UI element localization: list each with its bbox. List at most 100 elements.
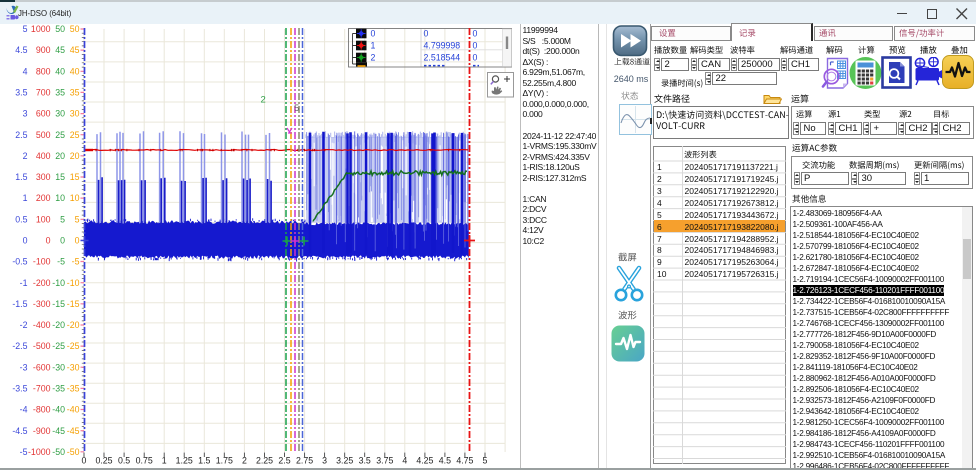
svg-text:20: 20 [70, 151, 80, 161]
svg-text:0: 0 [82, 456, 87, 466]
svg-text:2: 2 [23, 151, 28, 161]
svg-text:5: 5 [294, 103, 299, 114]
svg-text:3.5: 3.5 [15, 88, 27, 98]
svg-text:-2.5: -2.5 [12, 341, 27, 351]
svg-text:-900: -900 [33, 426, 51, 436]
svg-text:0: 0 [75, 236, 80, 246]
svg-text:15: 15 [70, 172, 80, 182]
svg-text:-20: -20 [52, 320, 65, 330]
svg-text:2.518544: 2.518544 [424, 53, 461, 63]
svg-text:-35: -35 [67, 384, 80, 394]
svg-text:-50: -50 [52, 447, 65, 457]
svg-text:-4.5: -4.5 [12, 426, 27, 436]
svg-text:-300: -300 [33, 299, 51, 309]
svg-text:1: 1 [162, 456, 167, 466]
svg-text:4.25: 4.25 [416, 456, 433, 466]
svg-text:-45: -45 [67, 426, 80, 436]
svg-text:0: 0 [473, 53, 478, 63]
svg-text:-200: -200 [33, 278, 51, 288]
svg-text:-35: -35 [52, 384, 65, 394]
svg-text:35: 35 [55, 88, 65, 98]
svg-text:25: 25 [70, 130, 80, 140]
svg-text:4: 4 [23, 66, 28, 76]
svg-text:1.5: 1.5 [198, 456, 210, 466]
svg-text:-10: -10 [67, 278, 80, 288]
svg-text:-2: -2 [20, 320, 28, 330]
svg-text:0.5: 0.5 [118, 456, 130, 466]
svg-text:3.75: 3.75 [376, 456, 393, 466]
svg-text:-4: -4 [20, 405, 28, 415]
svg-text:15: 15 [55, 172, 65, 182]
svg-text:-15: -15 [52, 299, 65, 309]
svg-text:1.25: 1.25 [176, 456, 193, 466]
svg-text:25: 25 [55, 130, 65, 140]
svg-text:2.5: 2.5 [278, 456, 290, 466]
svg-text:3: 3 [322, 456, 327, 466]
svg-text:40: 40 [55, 66, 65, 76]
svg-text:2: 2 [371, 53, 376, 63]
svg-text:-25: -25 [52, 341, 65, 351]
svg-text:1: 1 [23, 193, 28, 203]
svg-text:5: 5 [60, 214, 65, 224]
svg-text:-1: -1 [20, 278, 28, 288]
svg-text:-10: -10 [52, 278, 65, 288]
svg-text:1: 1 [371, 41, 376, 51]
svg-text:10: 10 [70, 193, 80, 203]
svg-text:-20: -20 [67, 320, 80, 330]
svg-text:-30: -30 [52, 362, 65, 372]
svg-text:2.5: 2.5 [15, 130, 27, 140]
svg-text:30: 30 [55, 109, 65, 119]
svg-text:3.5: 3.5 [359, 456, 371, 466]
svg-text:30: 30 [70, 109, 80, 119]
svg-text:400: 400 [36, 151, 51, 161]
svg-text:-25: -25 [67, 341, 80, 351]
svg-text:40: 40 [70, 66, 80, 76]
svg-text:-100: -100 [33, 257, 51, 267]
svg-text:-40: -40 [52, 405, 65, 415]
svg-text:-5: -5 [57, 257, 65, 267]
svg-text:200: 200 [36, 193, 51, 203]
svg-text:3.25: 3.25 [336, 456, 353, 466]
svg-text:0: 0 [473, 41, 478, 51]
svg-text:-3: -3 [20, 362, 28, 372]
svg-text:1.75: 1.75 [216, 456, 233, 466]
svg-text:-1000: -1000 [28, 447, 51, 457]
svg-text:500: 500 [36, 130, 51, 140]
svg-text:-3.5: -3.5 [12, 384, 27, 394]
svg-text:2: 2 [242, 456, 247, 466]
svg-text:0: 0 [424, 29, 429, 39]
svg-text:-700: -700 [33, 384, 51, 394]
svg-text:45: 45 [70, 45, 80, 55]
svg-text:2.75: 2.75 [296, 456, 313, 466]
svg-text:4: 4 [402, 456, 407, 466]
svg-text:50: 50 [70, 24, 80, 34]
svg-text:-30: -30 [67, 362, 80, 372]
svg-text:-400: -400 [33, 320, 51, 330]
svg-text:800: 800 [36, 66, 51, 76]
svg-text:5: 5 [23, 24, 28, 34]
svg-text:900: 900 [36, 45, 51, 55]
svg-text:-5: -5 [72, 257, 80, 267]
svg-text:2.25: 2.25 [256, 456, 273, 466]
svg-text:50: 50 [55, 24, 65, 34]
svg-text:0: 0 [60, 236, 65, 246]
svg-text:2: 2 [261, 95, 266, 106]
svg-text:3: 3 [23, 109, 28, 119]
svg-text:-5: -5 [20, 447, 28, 457]
svg-text:0.25: 0.25 [95, 456, 112, 466]
svg-text:-50: -50 [67, 447, 80, 457]
svg-text:0: 0 [46, 236, 51, 246]
svg-text:0.5: 0.5 [15, 214, 27, 224]
svg-text:0: 0 [473, 29, 478, 39]
svg-text:4.5: 4.5 [15, 45, 27, 55]
svg-text:-1.5: -1.5 [12, 299, 27, 309]
svg-text:-15: -15 [67, 299, 80, 309]
svg-text:5: 5 [483, 456, 488, 466]
svg-text:20: 20 [55, 151, 65, 161]
svg-text:-500: -500 [33, 341, 51, 351]
svg-text:-45: -45 [52, 426, 65, 436]
svg-text:0: 0 [371, 29, 376, 39]
svg-text:4.5: 4.5 [439, 456, 451, 466]
svg-text:0.75: 0.75 [136, 456, 153, 466]
svg-text:600: 600 [36, 109, 51, 119]
